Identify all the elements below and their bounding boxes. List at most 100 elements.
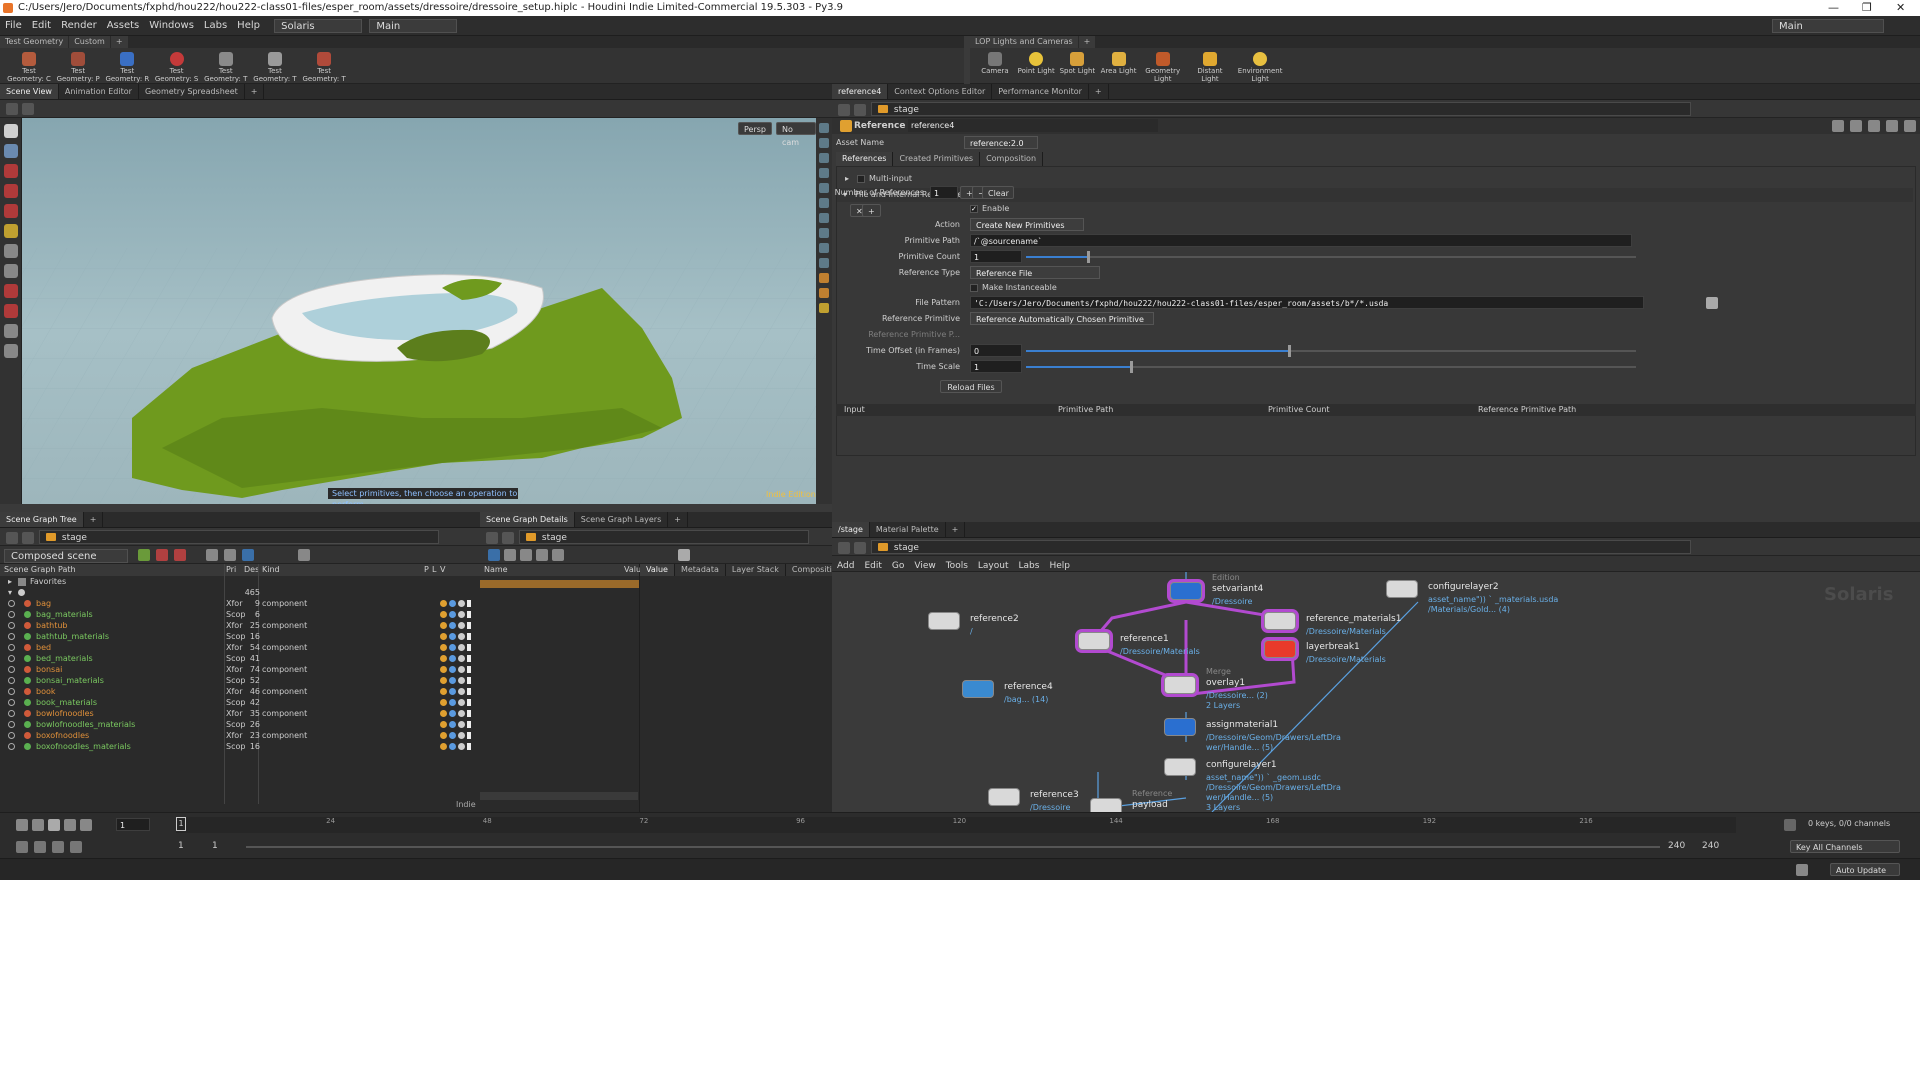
forward-icon[interactable]	[854, 103, 866, 116]
details-path-field[interactable]: stage	[518, 530, 809, 544]
lock-tool-icon[interactable]	[3, 144, 18, 158]
node-tile-icon[interactable]	[1078, 632, 1110, 650]
lock-flag-icon[interactable]	[449, 644, 456, 651]
select-flag-icon[interactable]	[467, 699, 471, 706]
visibility-flag-icon[interactable]	[458, 655, 465, 662]
menu-edit[interactable]: Edit	[27, 16, 56, 36]
select-flag-icon[interactable]	[467, 677, 471, 684]
lock-flag-icon[interactable]	[449, 699, 456, 706]
menu-labs[interactable]: Labs	[199, 16, 232, 36]
select-flag-icon[interactable]	[467, 600, 471, 607]
col-primitive-count[interactable]: Primitive Count	[1268, 404, 1330, 416]
rotate-tool-icon[interactable]	[3, 184, 18, 198]
tab-scene-graph-layers[interactable]: Scene Graph Layers	[575, 512, 669, 527]
select-flag-icon[interactable]	[467, 743, 471, 750]
shelf-tab-test-geometry[interactable]: Test Geometry	[0, 36, 69, 48]
tree-row[interactable]: bed_materials Scop 41	[0, 653, 480, 664]
tab-scene-graph-tree[interactable]: Scene Graph Tree	[0, 512, 84, 527]
back-icon[interactable]	[6, 102, 18, 115]
display-option-icon[interactable]	[819, 123, 829, 133]
col-primitive-path[interactable]: Primitive Path	[1058, 404, 1113, 416]
close-icon[interactable]: ✕	[1896, 0, 1905, 16]
gear-icon[interactable]	[1832, 120, 1844, 132]
expand-arrow-icon[interactable]: ▸	[845, 172, 849, 186]
menu-file[interactable]: File	[0, 16, 27, 36]
node-tile-icon[interactable]	[1386, 580, 1418, 598]
range-icon[interactable]	[70, 841, 82, 853]
view-mode-icon[interactable]	[488, 549, 500, 561]
node-tile-icon[interactable]	[1264, 612, 1296, 630]
expand-toggle-icon[interactable]	[8, 688, 15, 695]
file-chooser-icon[interactable]	[1706, 297, 1718, 309]
node-tile-icon[interactable]	[962, 680, 994, 698]
view-mode-icon[interactable]	[504, 549, 516, 561]
expand-toggle-icon[interactable]	[8, 743, 15, 750]
range-slider[interactable]	[246, 846, 1660, 848]
lock-flag-icon[interactable]	[449, 710, 456, 717]
display-option-icon[interactable]	[819, 303, 829, 313]
node-tile-icon[interactable]	[1164, 718, 1196, 736]
time-scale-field[interactable]: 1	[970, 360, 1022, 373]
auto-update-button[interactable]: Auto Update	[1830, 863, 1900, 876]
expand-toggle-icon[interactable]	[8, 633, 15, 640]
shelf-tool-test-geometry-s[interactable]: Test Geometry: S	[154, 50, 200, 84]
multi-input-checkbox[interactable]	[857, 175, 865, 183]
visibility-flag-icon[interactable]	[458, 600, 465, 607]
expand-toggle-icon[interactable]	[8, 710, 15, 717]
col-value[interactable]: Valu	[624, 564, 641, 576]
col-flag-p[interactable]: P	[424, 564, 429, 576]
help-icon[interactable]	[1904, 120, 1916, 132]
jump-start-icon[interactable]	[16, 819, 28, 831]
payload-flag-icon[interactable]	[440, 732, 447, 739]
network-path-field[interactable]: stage	[870, 540, 1691, 554]
tab-stage-network[interactable]: /stage	[832, 522, 870, 537]
expand-icon[interactable]	[174, 549, 186, 561]
camera-tool-icon[interactable]	[3, 344, 18, 358]
visibility-flag-icon[interactable]	[458, 699, 465, 706]
node-tile-icon[interactable]	[1164, 676, 1196, 694]
tree-path-field[interactable]: stage	[38, 530, 439, 544]
range-end[interactable]: 240	[1702, 841, 1719, 851]
col-flag-v[interactable]: V	[440, 564, 445, 576]
tab-animation-editor[interactable]: Animation Editor	[59, 84, 139, 99]
payload-flag-icon[interactable]	[440, 633, 447, 640]
tree-row[interactable]: book Xfor 46 component	[0, 686, 480, 697]
select-flag-icon[interactable]	[467, 644, 471, 651]
minimize-icon[interactable]: —	[1828, 0, 1839, 16]
tab-material-palette[interactable]: Material Palette	[870, 522, 946, 537]
menu-assets[interactable]: Assets	[102, 16, 145, 36]
search-icon[interactable]	[1868, 120, 1880, 132]
add-tab-icon[interactable]: +	[946, 522, 966, 537]
payload-flag-icon[interactable]	[440, 710, 447, 717]
payload-flag-icon[interactable]	[440, 677, 447, 684]
shelf-tool-distant-light[interactable]: Distant Light	[1188, 50, 1232, 84]
tab-scene-view[interactable]: Scene View	[0, 84, 59, 99]
timeline-cursor[interactable]: 1	[176, 817, 186, 831]
filter-icon[interactable]	[678, 549, 690, 561]
sync-icon[interactable]	[242, 549, 254, 561]
add-tab-icon[interactable]: +	[668, 512, 688, 527]
tab-geometry-spreadsheet[interactable]: Geometry Spreadsheet	[139, 84, 245, 99]
camera-menu-button[interactable]: No cam	[776, 122, 816, 147]
file-pattern-field[interactable]: 'C:/Users/Jero/Documents/fxphd/hou222/ho…	[970, 296, 1644, 309]
tree-row[interactable]: boxofnoodles_materials Scop 16	[0, 741, 480, 752]
select-flag-icon[interactable]	[467, 688, 471, 695]
prim-count-slider[interactable]	[1026, 251, 1636, 263]
tree-row[interactable]: bonsai Xfor 74 component	[0, 664, 480, 675]
lock-flag-icon[interactable]	[449, 677, 456, 684]
expand-toggle-icon[interactable]	[8, 666, 15, 673]
tree-row-favorites[interactable]: ▸ Favorites	[0, 576, 480, 587]
shelf-tool-environment-light[interactable]: Environment Light	[1235, 50, 1285, 84]
lock-flag-icon[interactable]	[449, 600, 456, 607]
view-mode-icon[interactable]	[552, 549, 564, 561]
display-option-icon[interactable]	[819, 168, 829, 178]
menu-help[interactable]: Help	[232, 16, 265, 36]
forward-icon[interactable]	[22, 102, 34, 115]
tree-row[interactable]: boxofnoodles Xfor 23 component	[0, 730, 480, 741]
loop-icon[interactable]	[52, 841, 64, 853]
tree-row[interactable]: bag_materials Scop 6	[0, 609, 480, 620]
scale-tool-icon[interactable]	[3, 204, 18, 218]
tree-row[interactable]: bag Xfor 9 component	[0, 598, 480, 609]
tree-row[interactable]: bed Xfor 54 component	[0, 642, 480, 653]
visibility-flag-icon[interactable]	[458, 622, 465, 629]
